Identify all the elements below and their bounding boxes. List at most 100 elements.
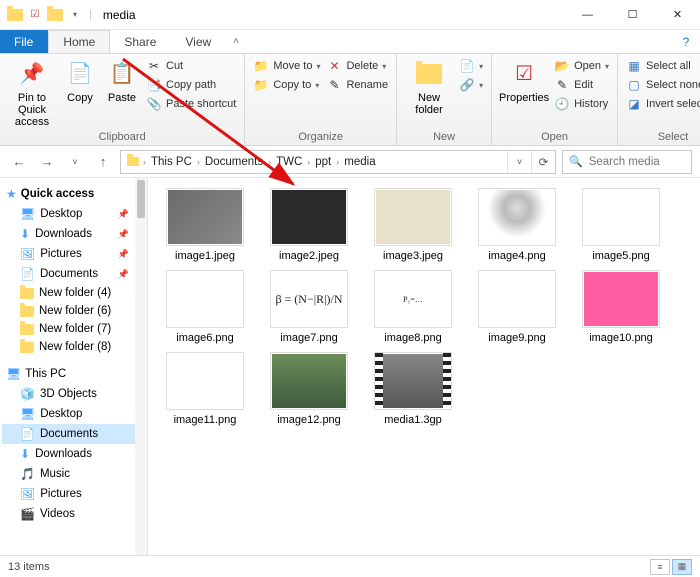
nav-item[interactable]: 🧊3D Objects [2,384,145,404]
navigation-pane[interactable]: ★ Quick access 🖥Desktop📌⬇Downloads📌🖼Pict… [0,178,148,555]
invert-selection-button[interactable]: ◪Invert selection [626,96,700,112]
breadcrumb-twc[interactable]: TWC [273,156,305,168]
quick-access-header[interactable]: ★ Quick access [2,184,145,204]
nav-item[interactable]: 🖼Pictures [2,484,145,504]
file-name: image5.png [578,250,664,262]
group-select: ▦Select all ▢Select none ◪Invert selecti… [618,54,700,145]
history-button[interactable]: 🕘History [554,96,609,112]
recent-locations-button[interactable]: ˅ [64,151,86,173]
titlebar: ☑ ▾ | media — ☐ ✕ [0,0,700,30]
file-item[interactable]: image6.png [162,270,248,344]
tab-view[interactable]: View [171,30,226,53]
select-all-button[interactable]: ▦Select all [626,58,700,74]
file-item[interactable]: image12.png [266,352,352,426]
breadcrumb-ppt[interactable]: ppt [312,156,334,168]
address-bar[interactable]: › This PC › Documents › TWC › ppt › medi… [120,150,556,174]
copy-to-button[interactable]: 📁Copy to▾ [253,77,320,93]
ribbon-collapse-icon[interactable]: ˄ [226,30,246,53]
move-to-button[interactable]: 📁Move to▾ [253,58,320,74]
nav-item[interactable]: 🖥Desktop📌 [2,204,145,224]
new-folder-qat-icon[interactable] [46,6,64,24]
nav-item[interactable]: ⬇Downloads📌 [2,224,145,244]
paste-shortcut-button[interactable]: 📎Paste shortcut [146,96,236,112]
tab-share[interactable]: Share [110,30,171,53]
nav-item[interactable]: New folder (6) [2,302,145,320]
nav-item[interactable]: 📄Documents📌 [2,264,145,284]
nav-item[interactable]: 🎬Videos [2,504,145,524]
file-item[interactable]: image4.png [474,188,560,262]
nav-scrollbar[interactable] [135,178,147,555]
file-item[interactable]: image11.png [162,352,248,426]
breadcrumb-media[interactable]: media [341,156,378,168]
file-name: image2.jpeg [266,250,352,262]
nav-item[interactable]: 📄Documents [2,424,145,444]
open-button[interactable]: 📂Open▾ [554,58,609,74]
this-pc-header[interactable]: 🖥 This PC [2,364,145,384]
nav-item[interactable]: New folder (7) [2,320,145,338]
details-view-button[interactable]: ≡ [650,559,670,575]
nav-item-label: Pictures [40,248,82,260]
chevron-right-icon[interactable]: › [336,157,339,167]
new-folder-button[interactable]: New folder [405,58,453,116]
chevron-right-icon[interactable]: › [197,157,200,167]
pin-to-quick-access-button[interactable]: 📌 Pin to Quick access [8,58,56,128]
up-button[interactable]: ↑ [92,151,114,173]
search-input[interactable] [589,156,700,168]
back-button[interactable]: ← [8,151,30,173]
file-item[interactable]: β = (N−|R|)/Nimage7.png [266,270,352,344]
breadcrumb-documents[interactable]: Documents [202,156,266,168]
file-item[interactable]: P₁=…image8.png [370,270,456,344]
edit-button[interactable]: ✎Edit [554,77,609,93]
group-open-label: Open [500,129,609,143]
maximize-button[interactable]: ☐ [610,0,655,30]
icons-view-button[interactable]: ▦ [672,559,692,575]
qat-dropdown-icon[interactable]: ▾ [66,6,84,24]
new-item-button[interactable]: 📄▾ [459,58,483,74]
breadcrumb-thispc[interactable]: This PC [148,156,195,168]
easy-access-button[interactable]: 🔗▾ [459,77,483,93]
file-item[interactable]: media1.3gp [370,352,456,426]
copy-button[interactable]: 📄 Copy [62,58,98,104]
chevron-right-icon[interactable]: › [307,157,310,167]
nav-item[interactable]: ⬇Downloads [2,444,145,464]
file-item[interactable]: image9.png [474,270,560,344]
folder-icon: 🎬 [20,507,35,521]
rename-button[interactable]: ✎Rename [326,77,388,93]
properties-qat-icon[interactable]: ☑ [26,6,44,24]
nav-item[interactable]: New folder (4) [2,284,145,302]
copy-path-button[interactable]: 📑Copy path [146,77,236,93]
nav-item[interactable]: 🖼Pictures📌 [2,244,145,264]
file-item[interactable]: image3.jpeg [370,188,456,262]
folder-icon [20,324,34,335]
pictures-icon: 🖼 [20,247,35,261]
properties-button[interactable]: ☑ Properties [500,58,548,104]
delete-button[interactable]: ✕Delete▾ [326,58,388,74]
file-item[interactable]: image10.png [578,270,664,344]
close-button[interactable]: ✕ [655,0,700,30]
nav-item-label: Documents [40,268,98,280]
nav-item[interactable]: 🖥Desktop [2,404,145,424]
minimize-button[interactable]: — [565,0,610,30]
file-item[interactable]: image1.jpeg [162,188,248,262]
properties-label: Properties [499,92,549,104]
file-list[interactable]: image1.jpeg image2.jpeg image3.jpegimage4.… [148,178,700,555]
paste-button[interactable]: 📋 Paste [104,58,140,104]
address-dropdown-button[interactable]: ˅ [507,151,531,173]
file-item[interactable]: image5.png [578,188,664,262]
cut-button[interactable]: ✂Cut [146,58,236,74]
tab-home[interactable]: Home [48,30,110,53]
chevron-right-icon[interactable]: › [268,157,271,167]
pin-icon: 📌 [118,229,129,240]
file-name: image7.png [266,332,352,344]
forward-button[interactable]: → [36,151,58,173]
nav-item-label: Desktop [40,208,82,220]
help-icon[interactable]: ? [672,30,700,53]
chevron-right-icon[interactable]: › [143,157,146,167]
nav-item[interactable]: 🎵Music [2,464,145,484]
nav-item[interactable]: New folder (8) [2,338,145,356]
refresh-button[interactable]: ⟳ [531,151,555,173]
file-item[interactable]: image2.jpeg [266,188,352,262]
tab-file[interactable]: File [0,30,48,53]
search-box[interactable]: 🔍 [562,150,692,174]
select-none-button[interactable]: ▢Select none [626,77,700,93]
